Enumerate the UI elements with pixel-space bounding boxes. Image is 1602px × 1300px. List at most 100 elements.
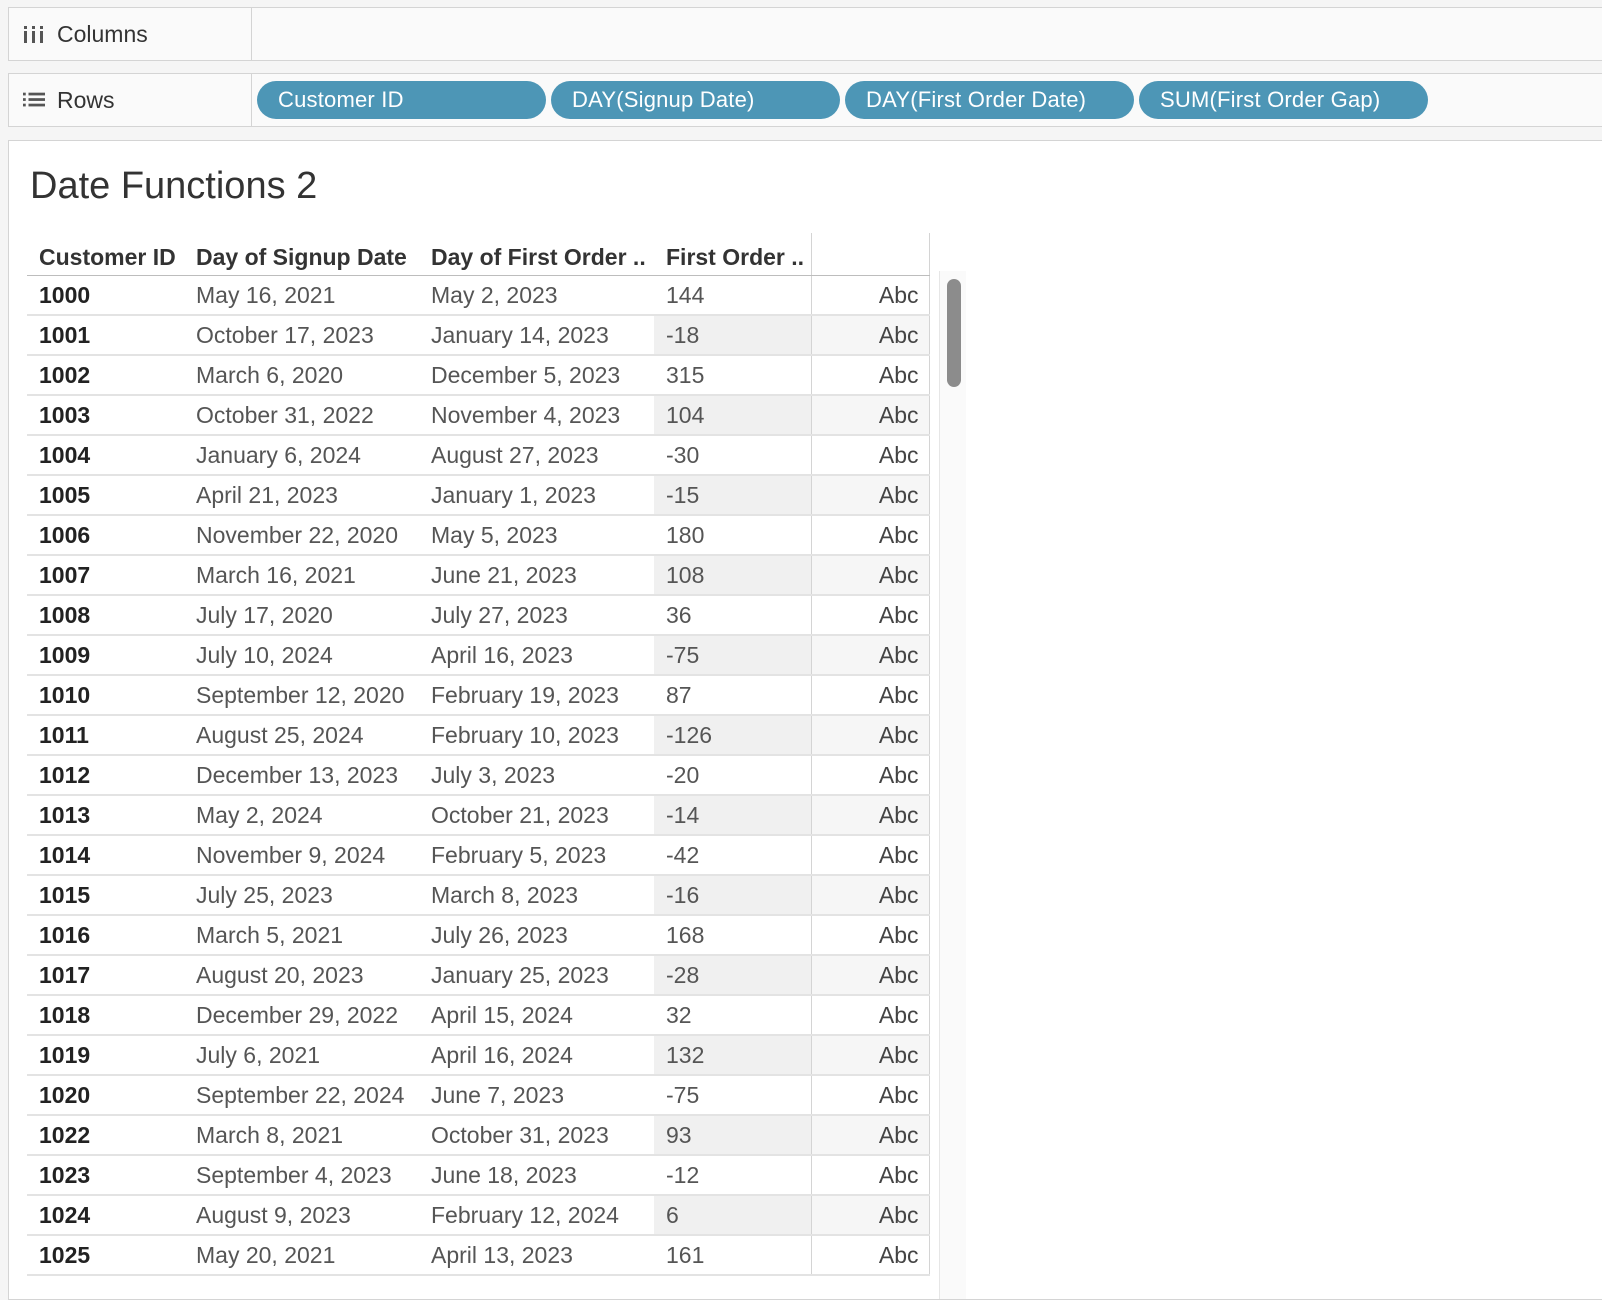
cell-first-order-gap: -126 [654, 715, 811, 756]
cell-customer-id: 1024 [27, 1195, 184, 1236]
cell-first-order-date: February 19, 2023 [419, 675, 654, 716]
header-row: Customer ID Day of Signup Date Day of Fi… [27, 233, 930, 276]
cell-abc: Abc [810, 315, 930, 356]
cell-customer-id: 1010 [27, 675, 184, 716]
header-first-order-gap[interactable]: First Order .. [654, 233, 811, 276]
cell-first-order-date: July 27, 2023 [419, 595, 654, 636]
cell-signup-date: September 22, 2024 [184, 1075, 419, 1116]
table-row[interactable]: 1018 December 29, 2022 April 15, 2024 32 Abc [27, 995, 930, 1036]
table-row[interactable]: 1020 September 22, 2024 June 7, 2023 -75 Abc [27, 1075, 930, 1116]
cell-signup-date: August 20, 2023 [184, 955, 419, 996]
cell-customer-id: 1014 [27, 835, 184, 876]
table-row[interactable]: 1009 July 10, 2024 April 16, 2023 -75 Abc [27, 635, 930, 676]
cell-customer-id: 1000 [27, 275, 184, 316]
cell-signup-date: July 25, 2023 [184, 875, 419, 916]
cell-customer-id: 1001 [27, 315, 184, 356]
table-row[interactable]: 1007 March 16, 2021 June 21, 2023 108 Abc [27, 555, 930, 596]
rows-icon [23, 90, 45, 110]
cell-customer-id: 1005 [27, 475, 184, 516]
columns-drop-area[interactable] [252, 8, 1602, 60]
cell-customer-id: 1004 [27, 435, 184, 476]
table-row[interactable]: 1010 September 12, 2020 February 19, 2023 8… [27, 675, 930, 716]
cell-first-order-date: April 16, 2024 [419, 1035, 654, 1076]
table-row[interactable]: 1003 October 31, 2022 November 4, 2023 104 A… [27, 395, 930, 436]
table-row[interactable]: 1019 July 6, 2021 April 16, 2024 132 Abc [27, 1035, 930, 1076]
cell-first-order-date: July 26, 2023 [419, 915, 654, 956]
header-customer-id[interactable]: Customer ID [27, 233, 184, 276]
table-row[interactable]: 1023 September 4, 2023 June 18, 2023 -12 Abc [27, 1155, 930, 1196]
worksheet-view: Date Functions 2 Customer ID Day of Sign… [8, 140, 1602, 1300]
cell-customer-id: 1015 [27, 875, 184, 916]
cell-first-order-gap: 180 [654, 515, 811, 556]
cell-abc: Abc [810, 915, 930, 956]
cell-first-order-gap: 87 [654, 675, 811, 716]
cell-first-order-date: January 14, 2023 [419, 315, 654, 356]
cell-signup-date: March 16, 2021 [184, 555, 419, 596]
cell-signup-date: November 9, 2024 [184, 835, 419, 876]
pill-day-first-order-date[interactable]: DAY(First Order Date) [845, 81, 1134, 119]
table-row[interactable]: 1014 November 9, 2024 February 5, 2023 -42 A… [27, 835, 930, 876]
table-row[interactable]: 1006 November 22, 2020 May 5, 2023 180 Abc [27, 515, 930, 556]
pill-sum-first-order-gap[interactable]: SUM(First Order Gap) [1139, 81, 1428, 119]
cell-abc: Abc [810, 355, 930, 396]
cell-first-order-date: October 21, 2023 [419, 795, 654, 836]
table-row[interactable]: 1015 July 25, 2023 March 8, 2023 -16 Abc [27, 875, 930, 916]
cell-abc: Abc [810, 555, 930, 596]
cell-signup-date: January 6, 2024 [184, 435, 419, 476]
table-row[interactable]: 1022 March 8, 2021 October 31, 2023 93 Abc [27, 1115, 930, 1156]
table-row[interactable]: 1016 March 5, 2021 July 26, 2023 168 Abc [27, 915, 930, 956]
table-row[interactable]: 1017 August 20, 2023 January 25, 2023 -28 Ab… [27, 955, 930, 996]
cell-customer-id: 1008 [27, 595, 184, 636]
cell-abc: Abc [810, 395, 930, 436]
table-row[interactable]: 1001 October 17, 2023 January 14, 2023 -18 A… [27, 315, 930, 356]
cell-abc: Abc [810, 675, 930, 716]
cell-abc: Abc [810, 1235, 930, 1276]
cell-signup-date: December 29, 2022 [184, 995, 419, 1036]
cell-first-order-date: October 31, 2023 [419, 1115, 654, 1156]
rows-drop-area[interactable]: Customer ID DAY(Signup Date) DAY(First O… [252, 74, 1602, 126]
cell-customer-id: 1002 [27, 355, 184, 396]
table-row[interactable]: 1000 May 16, 2021 May 2, 2023 144 Abc [27, 275, 930, 316]
cell-first-order-gap: -12 [654, 1155, 811, 1196]
table-row[interactable]: 1002 March 6, 2020 December 5, 2023 315 Abc [27, 355, 930, 396]
cell-first-order-gap: 132 [654, 1035, 811, 1076]
header-day-signup-date[interactable]: Day of Signup Date [184, 233, 419, 276]
header-day-first-order-date[interactable]: Day of First Order .. [419, 233, 654, 276]
cell-customer-id: 1011 [27, 715, 184, 756]
cell-first-order-date: March 8, 2023 [419, 875, 654, 916]
table-row[interactable]: 1013 May 2, 2024 October 21, 2023 -14 Abc [27, 795, 930, 836]
cell-customer-id: 1007 [27, 555, 184, 596]
cell-first-order-gap: 104 [654, 395, 811, 436]
cell-signup-date: October 31, 2022 [184, 395, 419, 436]
cell-customer-id: 1006 [27, 515, 184, 556]
table-row[interactable]: 1004 January 6, 2024 August 27, 2023 -30 Abc [27, 435, 930, 476]
pill-day-signup-date[interactable]: DAY(Signup Date) [551, 81, 840, 119]
cell-first-order-gap: 161 [654, 1235, 811, 1276]
table-row[interactable]: 1011 August 25, 2024 February 10, 2023 -126… [27, 715, 930, 756]
rows-shelf[interactable]: Rows Customer ID DAY(Signup Date) DAY(Fi… [8, 73, 1602, 127]
table-row[interactable]: 1025 May 20, 2021 April 13, 2023 161 Abc [27, 1235, 930, 1276]
scrollbar-thumb[interactable] [947, 279, 961, 387]
table-row[interactable]: 1012 December 13, 2023 July 3, 2023 -20 Abc [27, 755, 930, 796]
vertical-scrollbar[interactable] [939, 271, 966, 1299]
cell-abc: Abc [810, 755, 930, 796]
cell-first-order-gap: -28 [654, 955, 811, 996]
cell-first-order-date: December 5, 2023 [419, 355, 654, 396]
cell-abc: Abc [810, 955, 930, 996]
cell-signup-date: October 17, 2023 [184, 315, 419, 356]
cell-first-order-date: May 2, 2023 [419, 275, 654, 316]
cell-signup-date: May 16, 2021 [184, 275, 419, 316]
sheet-title: Date Functions 2 [30, 165, 318, 207]
cell-first-order-date: February 10, 2023 [419, 715, 654, 756]
pill-customer-id[interactable]: Customer ID [257, 81, 546, 119]
cell-first-order-gap: 144 [654, 275, 811, 316]
cell-signup-date: July 10, 2024 [184, 635, 419, 676]
table-row[interactable]: 1024 August 9, 2023 February 12, 2024 6 Abc [27, 1195, 930, 1236]
cell-abc: Abc [810, 1035, 930, 1076]
columns-shelf[interactable]: Columns [8, 7, 1602, 61]
table-row[interactable]: 1005 April 21, 2023 January 1, 2023 -15 Abc [27, 475, 930, 516]
table-row[interactable]: 1008 July 17, 2020 July 27, 2023 36 Abc [27, 595, 930, 636]
cell-customer-id: 1016 [27, 915, 184, 956]
cell-signup-date: March 8, 2021 [184, 1115, 419, 1156]
cell-first-order-gap: -75 [654, 635, 811, 676]
